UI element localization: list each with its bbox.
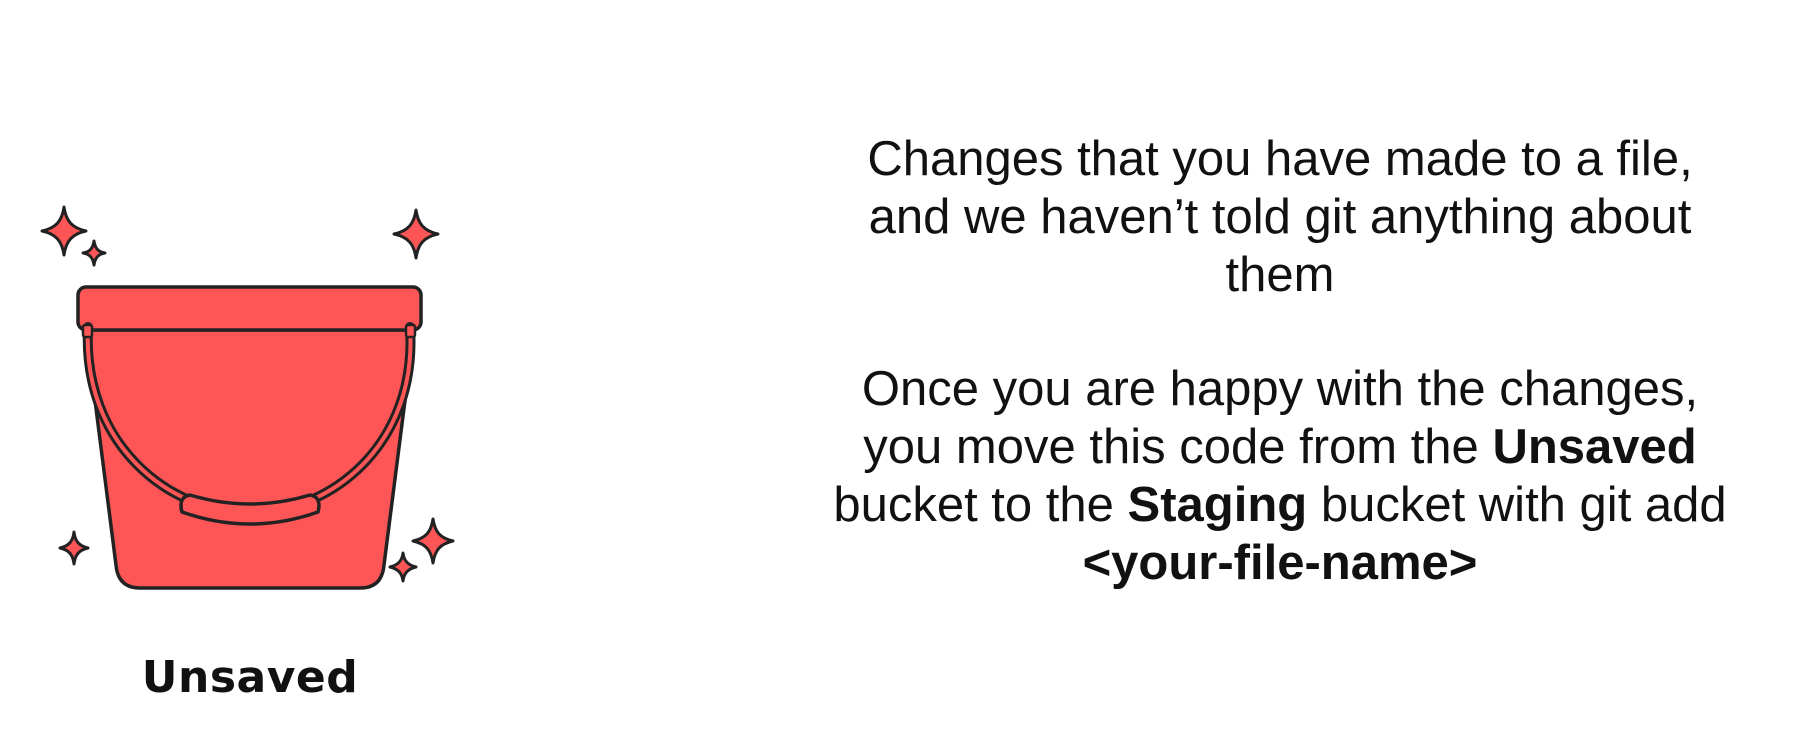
text-line: you move this code from the [863,420,1493,474]
description: Changes that you have made to a file, an… [820,130,1740,592]
staging-term: Staging [1127,478,1308,532]
text-line: and we haven’t told git anything about [868,190,1692,244]
sparkle-icon [388,551,418,583]
handle-bracket-left [81,323,94,339]
bucket-rim [76,285,423,332]
bucket-illustration [40,205,455,590]
sparkle-icon [411,517,455,565]
description-paragraph-2: Once you are happy with the changes, you… [820,360,1740,592]
text-line: bucket to the [833,478,1128,532]
slide: Unsaved Changes that you have made to a … [0,0,1802,748]
text-line: bucket with git add [1307,478,1727,532]
file-name-placeholder: <your-file-name> [1082,536,1478,590]
handle-bracket-right [404,323,417,339]
sparkle-icon [40,205,88,257]
text-line: them [1225,248,1335,302]
sparkle-icon [392,208,440,260]
text-line: Once you are happy with the changes, [861,362,1699,416]
unsaved-term: Unsaved [1492,420,1697,474]
bucket-label: Unsaved [141,652,359,703]
description-paragraph-1: Changes that you have made to a file, an… [820,130,1740,304]
sparkle-icon [58,530,90,566]
sparkle-icon [81,239,107,267]
text-line: Changes that you have made to a file, [867,132,1693,186]
